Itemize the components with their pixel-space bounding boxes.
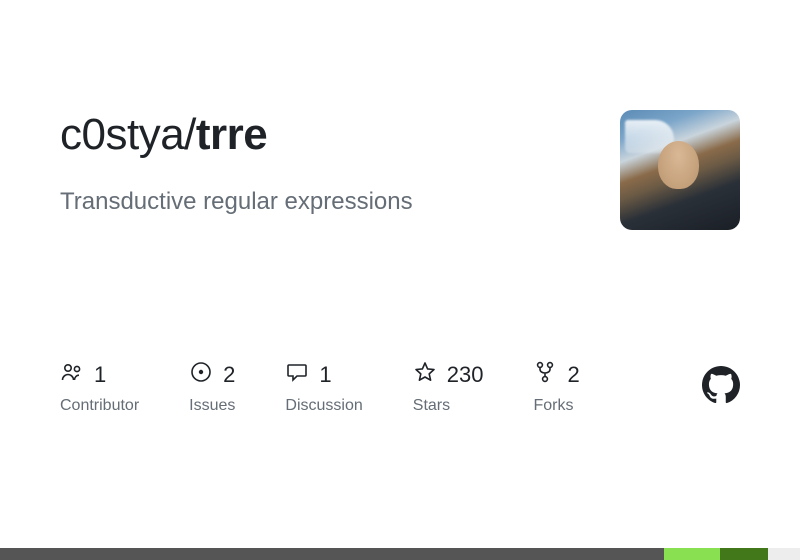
language-bar	[0, 548, 800, 560]
comment-icon	[285, 360, 309, 389]
avatar[interactable]	[620, 110, 740, 230]
stat-issues[interactable]: 2 Issues	[189, 360, 235, 415]
fork-icon	[533, 360, 557, 389]
stat-discussions[interactable]: 1 Discussion	[285, 360, 362, 415]
star-icon	[413, 360, 437, 389]
stat-label: Issues	[189, 397, 235, 415]
stat-count: 1	[94, 362, 106, 388]
repo-description: Transductive regular expressions	[60, 188, 620, 216]
stat-forks[interactable]: 2 Forks	[533, 360, 579, 415]
stat-label: Contributor	[60, 397, 139, 415]
stat-stars[interactable]: 230 Stars	[413, 360, 484, 415]
stats-row: 1 Contributor 2 Issues 1 Discussion	[60, 360, 740, 415]
repo-owner[interactable]: c0stya	[60, 110, 184, 159]
github-logo-icon[interactable]	[702, 366, 740, 409]
stat-count: 2	[567, 362, 579, 388]
language-segment	[664, 548, 720, 560]
stat-count: 1	[319, 362, 331, 388]
repo-title[interactable]: c0stya/trre	[60, 110, 620, 160]
repo-header: c0stya/trre Transductive regular express…	[60, 110, 740, 230]
stat-label: Forks	[533, 397, 579, 415]
slash: /	[184, 110, 196, 159]
stat-count: 230	[447, 362, 484, 388]
stat-label: Stars	[413, 397, 484, 415]
language-segment	[0, 548, 664, 560]
stat-label: Discussion	[285, 397, 362, 415]
issue-icon	[189, 360, 213, 389]
stat-contributors[interactable]: 1 Contributor	[60, 360, 139, 415]
title-block: c0stya/trre Transductive regular express…	[60, 110, 620, 216]
stat-count: 2	[223, 362, 235, 388]
language-segment	[768, 548, 800, 560]
people-icon	[60, 360, 84, 389]
repo-name[interactable]: trre	[196, 110, 267, 159]
language-segment	[720, 548, 768, 560]
